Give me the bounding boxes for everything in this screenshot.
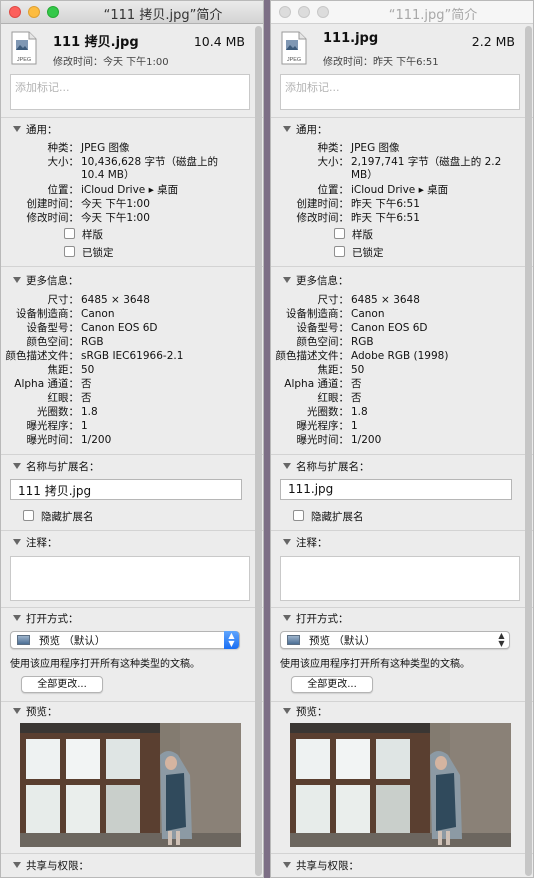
file-name-field[interactable]: 111 拷贝.jpg (10, 479, 242, 500)
open-with-description: 使用该应用程序打开所有这种类型的文稿。 (10, 659, 200, 670)
section-preview-header[interactable]: 预览： (13, 704, 58, 719)
comments-field[interactable] (280, 556, 520, 601)
scroll-thumb[interactable] (255, 26, 262, 876)
divider (1, 454, 263, 455)
scrollbar[interactable] (255, 26, 262, 876)
disclosure-triangle-icon[interactable] (13, 708, 21, 714)
open-with-popup[interactable]: 预览 （默认） ▲ ▼ (280, 631, 510, 649)
section-name-ext-header[interactable]: 名称与扩展名： (283, 459, 370, 474)
modified-date: 修改时间：今天 下午1:00 (53, 57, 169, 68)
section-open-with-header[interactable]: 打开方式： (283, 611, 349, 626)
zoom-button[interactable] (47, 6, 59, 18)
stationery-checkbox[interactable]: 样版 (64, 228, 103, 242)
tags-field[interactable]: 添加标记... (280, 74, 520, 110)
scroll-thumb[interactable] (525, 26, 532, 876)
file-name: 111.jpg (323, 31, 379, 46)
disclosure-triangle-icon[interactable] (13, 539, 21, 545)
divider (271, 607, 533, 608)
divider (271, 454, 533, 455)
open-with-popup[interactable]: 预览 （默认） ▲ ▼ (10, 631, 240, 649)
info-window-right: “111.jpg”简介 JPEG 111.jpg 2.2 MB 修改时间：昨天 … (270, 0, 534, 878)
jpeg-file-icon: JPEG (11, 31, 37, 65)
title-bar[interactable]: “111 拷贝.jpg”简介 (1, 1, 263, 24)
minimize-button[interactable] (298, 6, 310, 18)
divider (1, 530, 263, 531)
divider (271, 701, 533, 702)
locked-checkbox[interactable]: 已锁定 (334, 246, 384, 260)
section-more-info-header[interactable]: 更多信息： (283, 273, 349, 288)
divider (271, 853, 533, 854)
hide-extension-checkbox[interactable]: 隐藏扩展名 (293, 510, 364, 524)
section-preview-header[interactable]: 预览： (283, 704, 328, 719)
section-comments-header[interactable]: 注释： (13, 535, 58, 550)
popup-arrows-icon[interactable]: ▲ ▼ (494, 631, 509, 649)
section-open-with-header[interactable]: 打开方式： (13, 611, 79, 626)
section-sharing-header[interactable]: 共享与权限： (13, 858, 89, 873)
preview-app-icon (17, 635, 30, 645)
svg-text:JPEG: JPEG (17, 57, 31, 63)
disclosure-triangle-icon[interactable] (13, 463, 21, 469)
disclosure-triangle-icon[interactable] (13, 862, 21, 868)
disclosure-triangle-icon[interactable] (283, 708, 291, 714)
section-general-header[interactable]: 通用： (13, 122, 58, 137)
svg-text:JPEG: JPEG (287, 57, 301, 63)
section-comments-header[interactable]: 注释： (283, 535, 328, 550)
comments-field[interactable] (10, 556, 250, 601)
disclosure-triangle-icon[interactable] (13, 277, 21, 283)
disclosure-triangle-icon[interactable] (283, 463, 291, 469)
file-size: 10.4 MB (193, 34, 245, 49)
preview-image (290, 723, 511, 847)
disclosure-triangle-icon[interactable] (283, 539, 291, 545)
scrollbar[interactable] (525, 26, 532, 876)
divider (1, 853, 263, 854)
divider (271, 530, 533, 531)
stationery-checkbox[interactable]: 样版 (334, 228, 373, 242)
change-all-button[interactable]: 全部更改... (291, 676, 373, 693)
disclosure-triangle-icon[interactable] (283, 862, 291, 868)
tags-placeholder: 添加标记... (15, 81, 70, 94)
section-sharing-header[interactable]: 共享与权限： (283, 858, 359, 873)
preview-image (20, 723, 241, 847)
close-button[interactable] (279, 6, 291, 18)
disclosure-triangle-icon[interactable] (13, 615, 21, 621)
tags-field[interactable]: 添加标记... (10, 74, 250, 110)
file-name: 111 拷贝.jpg (53, 35, 139, 50)
modified-date: 修改时间：昨天 下午6:51 (323, 57, 439, 68)
open-with-description: 使用该应用程序打开所有这种类型的文稿。 (280, 659, 470, 670)
popup-arrows-icon[interactable]: ▲ ▼ (224, 631, 239, 649)
window-title: “111 拷贝.jpg”简介 (103, 8, 223, 23)
section-more-info-header[interactable]: 更多信息： (13, 273, 79, 288)
locked-checkbox[interactable]: 已锁定 (64, 246, 114, 260)
disclosure-triangle-icon[interactable] (283, 277, 291, 283)
divider (271, 266, 533, 267)
hide-extension-checkbox[interactable]: 隐藏扩展名 (23, 510, 94, 524)
title-bar[interactable]: “111.jpg”简介 (271, 1, 533, 24)
info-window-left: “111 拷贝.jpg”简介 JPEG 111 拷贝.jpg 10.4 MB 修… (0, 0, 264, 878)
disclosure-triangle-icon[interactable] (283, 615, 291, 621)
section-general-header[interactable]: 通用： (283, 122, 328, 137)
file-size: 2.2 MB (471, 34, 515, 49)
minimize-button[interactable] (28, 6, 40, 18)
file-name-field[interactable]: 111.jpg (280, 479, 512, 500)
zoom-button[interactable] (317, 6, 329, 18)
preview-app-icon (287, 635, 300, 645)
close-button[interactable] (9, 6, 21, 18)
window-title: “111.jpg”简介 (388, 8, 478, 23)
jpeg-file-icon: JPEG (281, 31, 307, 65)
divider (1, 607, 263, 608)
divider (1, 117, 263, 118)
tags-placeholder: 添加标记... (285, 81, 340, 94)
section-name-ext-header[interactable]: 名称与扩展名： (13, 459, 100, 474)
divider (1, 266, 263, 267)
disclosure-triangle-icon[interactable] (13, 126, 21, 132)
divider (1, 701, 263, 702)
disclosure-triangle-icon[interactable] (283, 126, 291, 132)
divider (271, 117, 533, 118)
change-all-button[interactable]: 全部更改... (21, 676, 103, 693)
